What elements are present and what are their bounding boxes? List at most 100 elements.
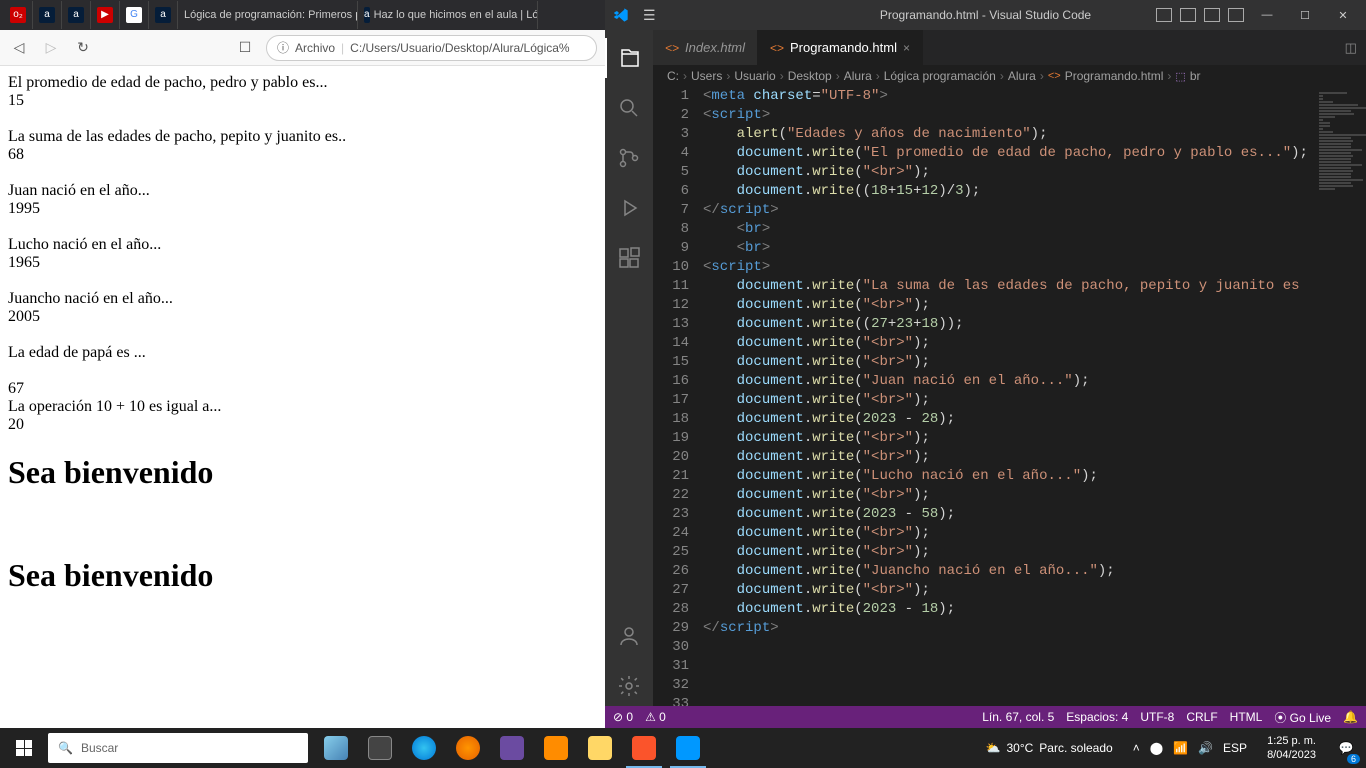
taskbar-edge[interactable]: [402, 728, 446, 768]
notifications-button[interactable]: 💬 6: [1326, 728, 1366, 768]
layout-icon[interactable]: [1156, 8, 1172, 22]
youtube-icon: ▶: [97, 7, 113, 23]
start-button[interactable]: [0, 728, 48, 768]
maximize-button[interactable]: ☐: [1290, 0, 1320, 30]
taskbar-app[interactable]: [314, 728, 358, 768]
split-editor-icon[interactable]: ◫: [1345, 40, 1357, 56]
minimap[interactable]: [1308, 87, 1366, 706]
language-indicator[interactable]: ESP: [1223, 741, 1247, 755]
browser-tab[interactable]: ▶: [91, 1, 120, 29]
source-control-icon[interactable]: [605, 138, 653, 178]
explorer-icon[interactable]: [605, 38, 653, 78]
taskbar-clock[interactable]: 1:25 p. m. 8/04/2023: [1257, 734, 1326, 762]
window-title: Programando.html - Visual Studio Code: [880, 8, 1091, 22]
taskbar-brave[interactable]: [622, 728, 666, 768]
back-button[interactable]: ◁: [8, 37, 30, 59]
page-heading: Sea bienvenido: [8, 557, 597, 594]
search-icon[interactable]: [605, 88, 653, 128]
task-view-icon[interactable]: [358, 728, 402, 768]
tab-label: Programando.html: [790, 40, 897, 55]
html-file-icon: <>: [665, 41, 679, 55]
page-text: La suma de las edades de pacho, pepito y…: [8, 128, 597, 146]
status-lang[interactable]: HTML: [1230, 710, 1263, 724]
status-errors[interactable]: ⊘ 0: [613, 710, 633, 724]
tray-chevron-icon[interactable]: ˄: [1133, 741, 1140, 755]
taskbar-weather[interactable]: ⛅ 30°C Parc. soleado: [976, 741, 1123, 755]
layout-icon[interactable]: [1180, 8, 1196, 22]
taskbar-media[interactable]: [534, 728, 578, 768]
taskbar-vscode[interactable]: [666, 728, 710, 768]
status-bell-icon[interactable]: 🔔: [1343, 710, 1358, 724]
editor-tab[interactable]: <>Index.html: [653, 30, 758, 65]
weather-icon: ⛅: [986, 741, 1001, 755]
editor-area: <>Index.html <> Programando.html × ◫ ⋯ C:›…: [653, 30, 1366, 706]
symbol-icon: ⬚: [1175, 70, 1185, 83]
minimize-button[interactable]: —: [1252, 0, 1282, 30]
system-tray[interactable]: ˄ ⬤ 📶 🔊 ESP: [1123, 741, 1257, 755]
page-text: 2005: [8, 308, 597, 326]
favicon-icon: a: [155, 7, 171, 23]
browser-tab[interactable]: a: [62, 1, 91, 29]
debug-icon[interactable]: [605, 188, 653, 228]
account-icon[interactable]: [605, 616, 653, 656]
browser-tab[interactable]: a: [33, 1, 62, 29]
google-icon: G: [126, 7, 142, 23]
favicon-icon: a: [364, 7, 370, 23]
wifi-icon[interactable]: 📶: [1173, 741, 1188, 755]
volume-icon[interactable]: 🔊: [1198, 741, 1213, 755]
extensions-icon[interactable]: [605, 238, 653, 278]
status-encoding[interactable]: UTF-8: [1140, 710, 1174, 724]
page-text: 1965: [8, 254, 597, 272]
page-text: 20: [8, 416, 597, 434]
vscode-window: ☰ Programando.html - Visual Studio Code …: [605, 0, 1366, 728]
taskbar-search[interactable]: 🔍 Buscar: [48, 733, 308, 763]
editor-tab[interactable]: <> Programando.html ×: [758, 30, 923, 65]
html-file-icon: <>: [1048, 70, 1061, 82]
status-warnings[interactable]: ⚠ 0: [645, 710, 666, 724]
status-cursor[interactable]: Lín. 67, col. 5: [982, 710, 1054, 724]
page-text: Lucho nació en el año...: [8, 236, 597, 254]
tab-title: Haz lo que hicimos en el aula | Ló: [374, 9, 538, 21]
page-text: 67: [8, 380, 597, 398]
address-bar[interactable]: ⓘ Archivo | C:/Users/Usuario/Desktop/Alu…: [266, 35, 597, 61]
menu-icon[interactable]: ☰: [643, 7, 656, 24]
status-golive[interactable]: ⦿ Go Live: [1274, 709, 1331, 726]
close-icon[interactable]: ×: [903, 41, 910, 55]
windows-taskbar: 🔍 Buscar ⛅ 30°C Parc. soleado ˄ ⬤ 📶 🔊 ES…: [0, 728, 1366, 768]
taskbar-explorer[interactable]: [578, 728, 622, 768]
html-file-icon: <>: [770, 41, 784, 55]
layout-icon[interactable]: [1228, 8, 1244, 22]
close-button[interactable]: ✕: [1328, 0, 1358, 30]
browser-tab[interactable]: Lógica de programación: Primeros pa: [178, 1, 358, 29]
layout-icon[interactable]: [1204, 8, 1220, 22]
windows-logo-icon: [16, 740, 32, 756]
status-spaces[interactable]: Espacios: 4: [1066, 710, 1128, 724]
bookmark-icon[interactable]: ☐: [234, 37, 256, 59]
notification-icon: 💬: [1339, 741, 1354, 755]
tray-app-icon[interactable]: ⬤: [1150, 741, 1163, 755]
browser-tab[interactable]: G: [120, 1, 149, 29]
status-eol[interactable]: CRLF: [1186, 710, 1217, 724]
notification-badge: 6: [1347, 754, 1360, 764]
browser-viewport: El promedio de edad de pacho, pedro y pa…: [0, 66, 605, 728]
code-lines[interactable]: <meta charset="UTF-8"><script> alert("Ed…: [703, 87, 1308, 706]
weather-temp: 30°C: [1006, 741, 1033, 755]
forward-button[interactable]: ▷: [40, 37, 62, 59]
reload-button[interactable]: ↻: [72, 37, 94, 59]
breadcrumb[interactable]: C:› Users› Usuario› Desktop› Alura› Lógi…: [653, 65, 1366, 87]
taskbar-app[interactable]: [490, 728, 534, 768]
browser-tab[interactable]: a Haz lo que hicimos en el aula | Ló: [358, 1, 538, 29]
editor-actions: ◫ ⋯: [1337, 30, 1366, 65]
page-text: El promedio de edad de pacho, pedro y pa…: [8, 74, 597, 92]
page-text: 1995: [8, 200, 597, 218]
browser-tab[interactable]: o₂: [4, 1, 33, 29]
vscode-statusbar: ⊘ 0 ⚠ 0 Lín. 67, col. 5 Espacios: 4 UTF-…: [605, 706, 1366, 728]
page-heading: Sea bienvenido: [8, 454, 597, 491]
browser-tab[interactable]: a: [149, 1, 178, 29]
editor-tabs: <>Index.html <> Programando.html × ◫ ⋯: [653, 30, 1366, 65]
settings-icon[interactable]: [605, 666, 653, 706]
vscode-titlebar: ☰ Programando.html - Visual Studio Code …: [605, 0, 1366, 30]
code-editor[interactable]: 1234567891011121314151617181920212223242…: [653, 87, 1366, 706]
search-icon: 🔍: [58, 741, 73, 755]
taskbar-firefox[interactable]: [446, 728, 490, 768]
